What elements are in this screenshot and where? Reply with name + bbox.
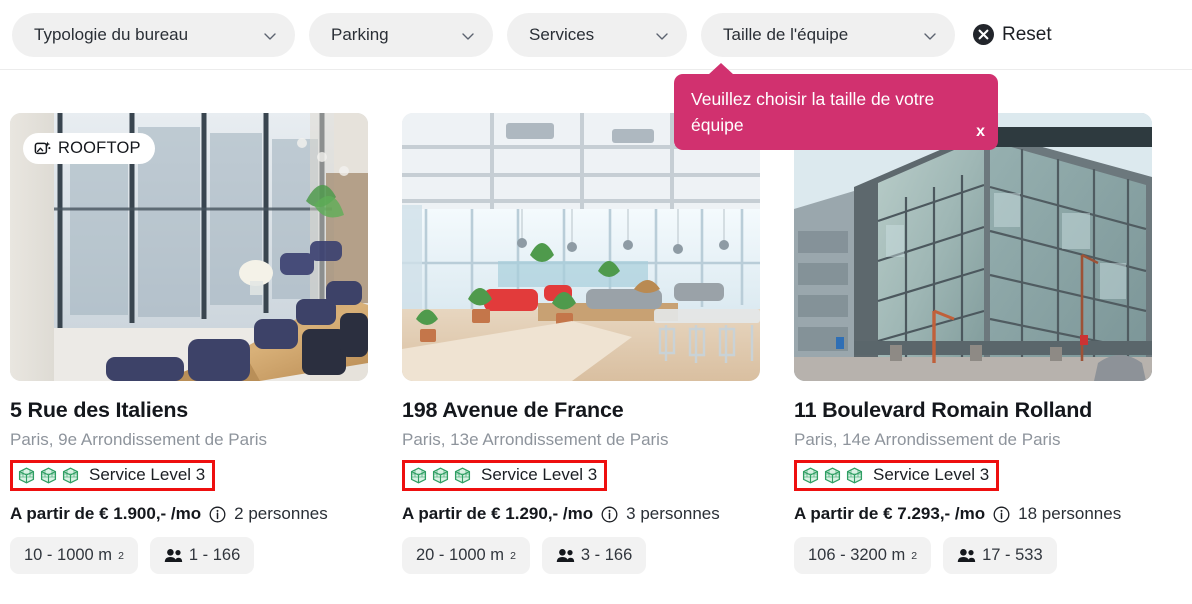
reset-label: Reset (1002, 23, 1052, 45)
listing-location: Paris, 14e Arrondissement de Paris (794, 430, 1061, 449)
filter-label: Services (529, 24, 595, 44)
listing-price: A partir de € 7.293,- /mo (794, 504, 986, 523)
service-level-cubes (18, 466, 79, 484)
tooltip-close-button[interactable]: x (976, 124, 985, 140)
cube-icon (824, 466, 841, 484)
area-value: 10 - 1000 m (24, 546, 113, 564)
service-level-cubes (802, 466, 863, 484)
filter-typologie-du-bureau[interactable]: Typologie du bureau (12, 12, 295, 57)
chevron-down-icon (923, 28, 937, 42)
area-value: 106 - 3200 m (808, 546, 906, 564)
listing-people-count: 2 personnes (234, 504, 328, 523)
rooftop-badge-label: ROOFTOP (58, 139, 141, 157)
people-icon (556, 548, 575, 563)
listing-image-glass-office-building[interactable] (794, 113, 1152, 381)
info-icon[interactable] (993, 506, 1010, 523)
service-level-badge: Service Level 3 (10, 460, 216, 491)
service-level-label: Service Level 3 (873, 465, 990, 484)
capacity-value: 1 - 166 (188, 546, 241, 564)
info-icon[interactable] (209, 506, 226, 523)
filter-label: Parking (331, 24, 389, 44)
chevron-down-icon (655, 28, 669, 42)
area-chip: 106 - 3200 m 2 (794, 537, 932, 574)
info-icon[interactable] (601, 506, 618, 523)
close-circle-icon (973, 24, 994, 45)
area-chip: 10 - 1000 m 2 (10, 537, 138, 574)
filter-label: Typologie du bureau (34, 24, 189, 44)
listing-price-row: A partir de € 1.900,- /mo 2 personnes (10, 504, 368, 524)
filter-services[interactable]: Services (507, 12, 687, 57)
listing-card[interactable]: 198 Avenue de France Paris, 13e Arrondis… (402, 113, 760, 574)
area-unit-exponent: 2 (911, 549, 918, 562)
listing-people-count: 18 personnes (1018, 504, 1122, 523)
capacity-value: 3 - 166 (580, 546, 633, 564)
listing-card[interactable]: 11 Boulevard Romain Rolland Paris, 14e A… (794, 113, 1152, 574)
area-value: 20 - 1000 m (416, 546, 505, 564)
listing-meta-chips: 10 - 1000 m 2 1 - 166 (10, 537, 368, 574)
capacity-chip: 3 - 166 (541, 537, 647, 574)
chevron-down-icon (263, 28, 277, 42)
listing-title[interactable]: 11 Boulevard Romain Rolland (794, 398, 1152, 423)
listing-meta-chips: 106 - 3200 m 2 17 - 533 (794, 537, 1152, 574)
area-unit-exponent: 2 (118, 549, 124, 562)
listing-location: Paris, 13e Arrondissement de Paris (402, 430, 669, 449)
filter-label: Taille de l'équipe (723, 24, 849, 44)
listing-people-count: 3 personnes (626, 504, 720, 523)
cube-icon (846, 466, 863, 484)
area-unit-exponent: 2 (510, 549, 516, 562)
cube-icon (802, 466, 819, 484)
listing-location: Paris, 9e Arrondissement de Paris (10, 430, 268, 449)
chevron-down-icon (461, 28, 475, 42)
filter-parking[interactable]: Parking (309, 12, 493, 57)
reset-button[interactable]: Reset (969, 24, 1056, 46)
listing-price: A partir de € 1.290,- /mo (402, 504, 594, 523)
rooftop-badge: ROOFTOP (23, 133, 155, 164)
tooltip-arrow (708, 63, 734, 75)
listing-image-open-plan-office[interactable] (402, 113, 760, 381)
listing-price-row: A partir de € 1.290,- /mo 3 personnes (402, 504, 760, 524)
service-level-label: Service Level 3 (89, 465, 206, 484)
filter-bar: Typologie du bureau Parking Services Tai… (0, 0, 1192, 151)
area-chip: 20 - 1000 m 2 (402, 537, 530, 574)
cube-icon (410, 466, 427, 484)
listing-price: A partir de € 1.900,- /mo (10, 504, 202, 523)
people-icon (957, 548, 976, 563)
cube-icon (432, 466, 449, 484)
listing-meta-chips: 20 - 1000 m 2 3 - 166 (402, 537, 760, 574)
cube-icon (18, 466, 35, 484)
service-level-badge: Service Level 3 (402, 460, 608, 491)
listing-image-rooftop-meeting-room[interactable]: ROOFTOP (10, 113, 368, 381)
cube-icon (40, 466, 57, 484)
capacity-value: 17 - 533 (982, 546, 1043, 564)
service-level-cubes (410, 466, 471, 484)
listing-price-row: A partir de € 7.293,- /mo 18 personnes (794, 504, 1152, 524)
listing-title[interactable]: 5 Rue des Italiens (10, 398, 368, 423)
listing-card[interactable]: ROOFTOP 5 Rue des Italiens Paris, 9e Arr… (10, 113, 368, 574)
service-level-badge: Service Level 3 (794, 460, 1000, 491)
listing-title[interactable]: 198 Avenue de France (402, 398, 760, 423)
team-size-tooltip: Veuillez choisir la taille de votre équi… (674, 63, 998, 151)
service-level-label: Service Level 3 (481, 465, 598, 484)
capacity-chip: 1 - 166 (149, 537, 255, 574)
people-icon (164, 548, 183, 563)
image-sparkle-icon (34, 140, 51, 157)
capacity-chip: 17 - 533 (943, 537, 1057, 574)
tooltip-message: Veuillez choisir la taille de votre équi… (691, 89, 935, 135)
cube-icon (62, 466, 79, 484)
cube-icon (454, 466, 471, 484)
listing-grid: ROOFTOP 5 Rue des Italiens Paris, 9e Arr… (0, 70, 1192, 574)
filter-taille-de-lequipe[interactable]: Taille de l'équipe (701, 12, 955, 57)
